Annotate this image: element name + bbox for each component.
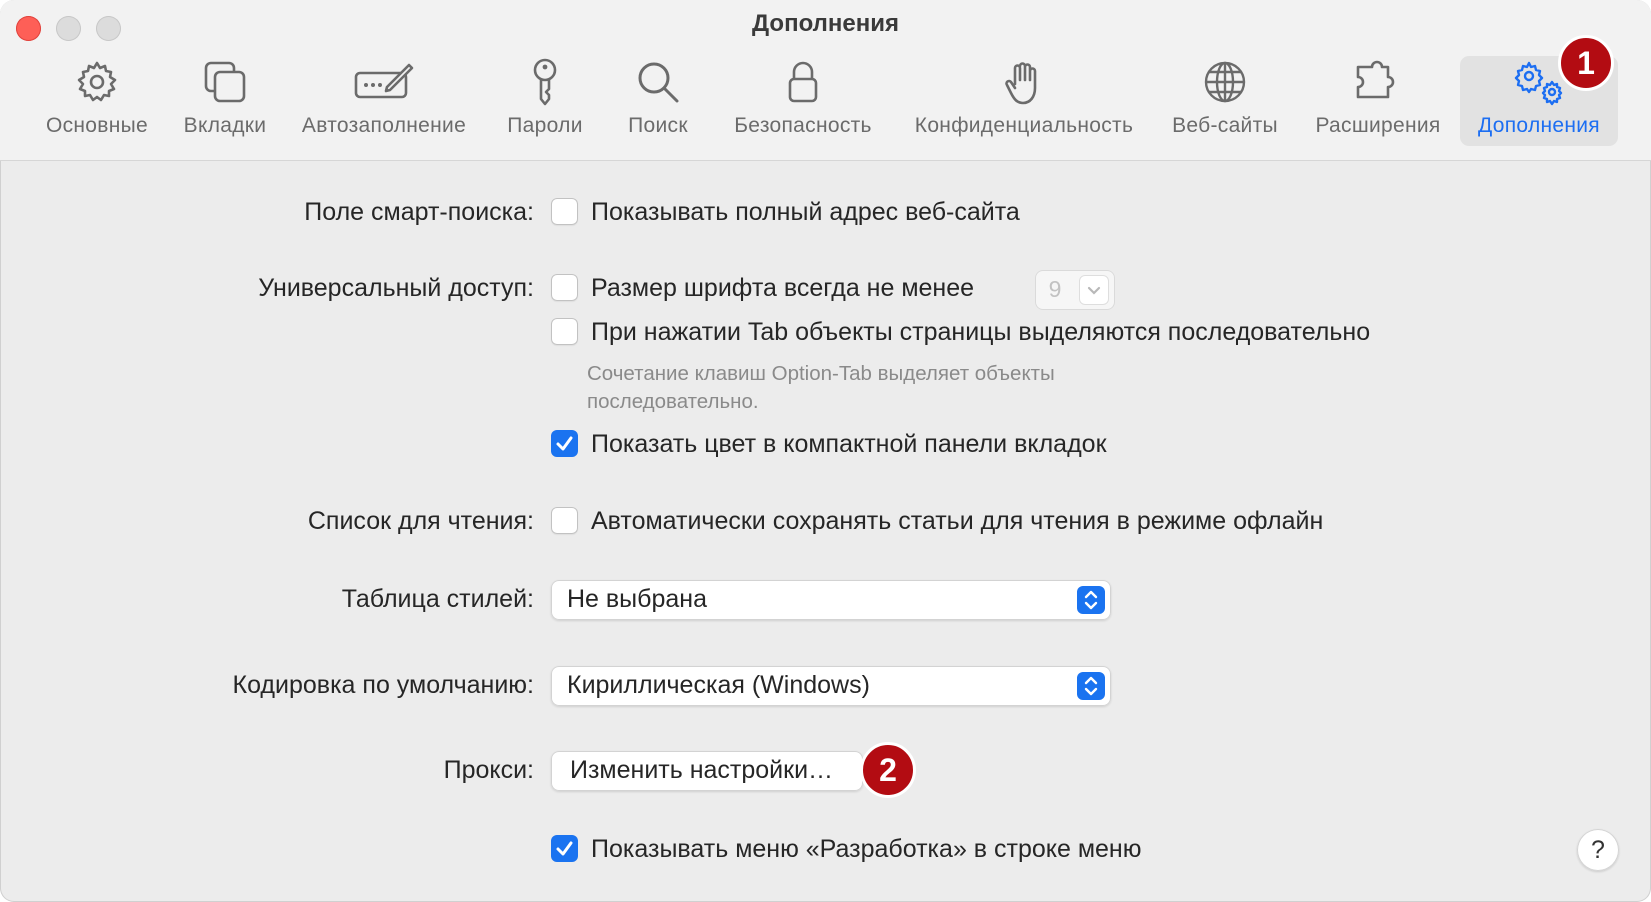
reading-list-label: Список для чтения: — [307, 507, 534, 535]
chevron-down-icon — [1079, 275, 1109, 305]
tab-websites[interactable]: Веб-сайты — [1164, 56, 1286, 146]
smart-search-label: Поле смарт-поиска: — [304, 198, 534, 226]
min-font-size-checkbox[interactable] — [551, 274, 578, 301]
tab-label: Поиск — [628, 114, 688, 137]
tab-autofill[interactable]: Автозаполнение — [294, 56, 474, 146]
accessibility-label: Универсальный доступ: — [258, 274, 534, 302]
lock-icon — [785, 56, 821, 108]
tab-highlight-text: При нажатии Tab объекты страницы выделяю… — [591, 318, 1371, 346]
encoding-value: Кириллическая (Windows) — [567, 671, 870, 699]
checkmark-icon — [556, 436, 573, 451]
save-offline-checkbox[interactable] — [551, 507, 578, 534]
annotation-badge-1: 1 — [1558, 35, 1614, 91]
change-proxy-settings-button[interactable]: Изменить настройки… — [551, 751, 863, 791]
toolbar: Дополнения Основные Вкладки Автозаполнен… — [0, 0, 1651, 161]
tab-label: Конфиденциальность — [914, 114, 1134, 137]
tab-label: Пароли — [507, 114, 583, 137]
hand-icon — [1004, 56, 1044, 108]
tab-label: Безопасность — [734, 114, 872, 137]
key-icon — [527, 56, 563, 108]
tab-search[interactable]: Поиск — [617, 56, 699, 146]
save-offline-text: Автоматически сохранять статьи для чтени… — [591, 507, 1324, 535]
checkmark-icon — [556, 841, 573, 856]
show-develop-menu-text: Показывать меню «Разработка» в строке ме… — [591, 835, 1142, 863]
show-color-compact-tabs-text: Показать цвет в компактной панели вкладо… — [591, 430, 1107, 458]
tab-extensions[interactable]: Расширения — [1307, 56, 1449, 146]
option-tab-hint: Сочетание клавиш Option-Tab выделяет объ… — [587, 362, 1055, 413]
window-title: Дополнения — [752, 10, 899, 37]
tab-passwords[interactable]: Пароли — [499, 56, 591, 146]
encoding-select[interactable]: Кириллическая (Windows) — [551, 666, 1111, 706]
style-sheet-label: Таблица стилей: — [341, 585, 534, 613]
tab-security[interactable]: Безопасность — [723, 56, 883, 146]
tab-label: Дополнения — [1478, 114, 1600, 137]
show-develop-menu-checkbox[interactable] — [551, 835, 578, 862]
tab-general[interactable]: Основные — [36, 56, 158, 146]
gear-icon — [74, 56, 120, 108]
tab-label: Веб-сайты — [1172, 114, 1278, 137]
autofill-icon — [353, 56, 415, 108]
globe-icon — [1202, 56, 1248, 108]
style-sheet-select[interactable]: Не выбрана — [551, 580, 1111, 620]
puzzle-icon — [1352, 56, 1404, 108]
help-button[interactable]: ? — [1577, 829, 1619, 871]
min-font-size-text: Размер шрифта всегда не менее — [591, 274, 975, 302]
up-down-arrows-icon — [1077, 586, 1105, 614]
show-full-address-text: Показывать полный адрес веб-сайта — [591, 198, 1020, 226]
tab-label: Основные — [45, 114, 149, 137]
tab-label: Вкладки — [183, 114, 267, 137]
style-sheet-value: Не выбрана — [567, 585, 707, 613]
annotation-badge-2: 2 — [860, 742, 916, 798]
show-full-address-checkbox[interactable] — [551, 198, 578, 225]
tab-label: Автозаполнение — [301, 114, 467, 137]
tabs-icon — [202, 56, 248, 108]
search-icon — [635, 56, 681, 108]
min-font-size-select[interactable]: 9 — [1035, 270, 1115, 310]
preferences-window: Дополнения Основные Вкладки Автозаполнен… — [0, 0, 1651, 902]
proxies-label: Прокси: — [443, 756, 534, 784]
tab-tabs[interactable]: Вкладки — [173, 56, 277, 146]
change-proxy-settings-label: Изменить настройки… — [570, 756, 834, 784]
min-font-size-value: 9 — [1048, 276, 1062, 302]
encoding-label: Кодировка по умолчанию: — [232, 671, 534, 699]
tab-privacy[interactable]: Конфиденциальность — [903, 56, 1145, 146]
show-color-compact-tabs-checkbox[interactable] — [551, 430, 578, 457]
tab-label: Расширения — [1315, 114, 1441, 137]
up-down-arrows-icon — [1077, 672, 1105, 700]
tab-highlight-checkbox[interactable] — [551, 318, 578, 345]
